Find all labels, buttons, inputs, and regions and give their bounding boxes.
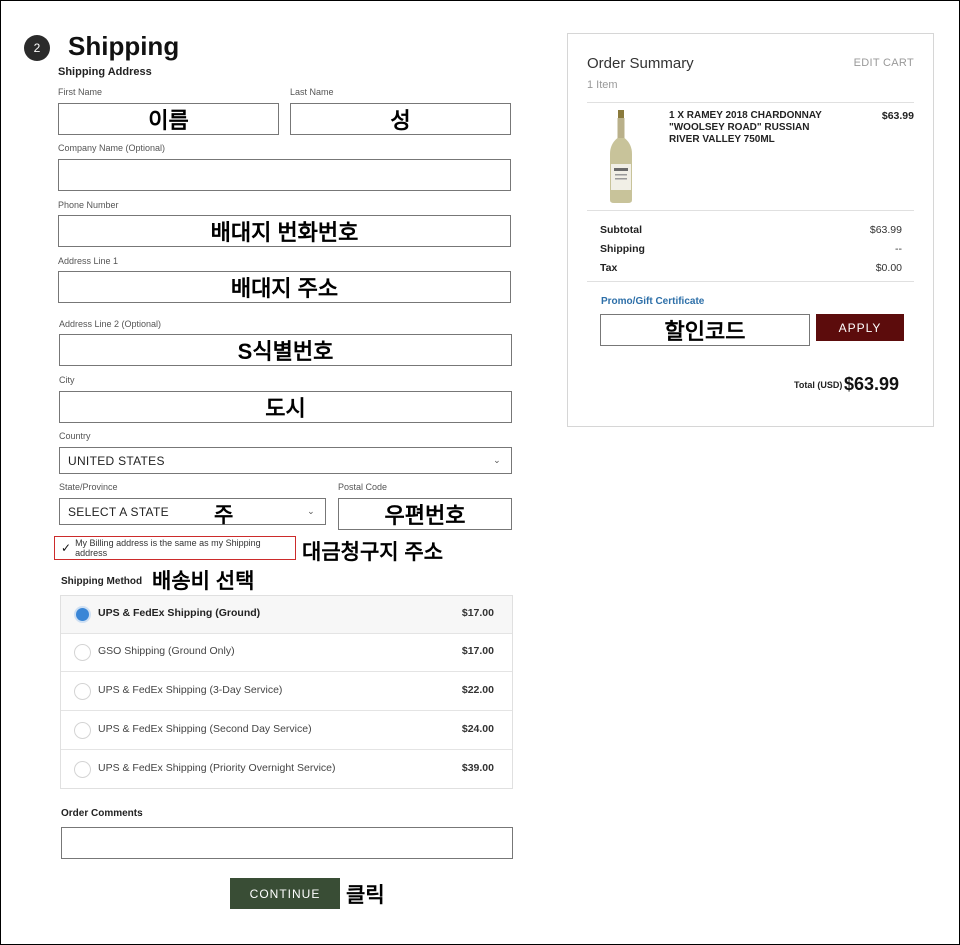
order-comments-label: Order Comments: [61, 808, 143, 819]
shipping-option-name: UPS & FedEx Shipping (Second Day Service…: [98, 723, 312, 735]
country-select[interactable]: UNITED STATES ⌄: [59, 447, 512, 474]
wine-bottle-icon: [610, 110, 632, 203]
step-number-badge: 2: [24, 35, 50, 61]
shipping-address-heading: Shipping Address: [58, 66, 152, 78]
billing-annotation: 대금청구지 주소: [302, 541, 444, 564]
subtotal-value: $63.99: [869, 224, 902, 236]
shipping-option-name: UPS & FedEx Shipping (3-Day Service): [98, 684, 283, 696]
address-line2-field[interactable]: S식별번호: [59, 334, 512, 366]
shipping-option-name: UPS & FedEx Shipping (Ground): [98, 607, 261, 619]
order-comments-field[interactable]: [61, 827, 513, 859]
product-name: 1 X RAMEY 2018 CHARDONNAY "WOOLSEY ROAD"…: [669, 110, 822, 145]
shipping-option[interactable]: GSO Shipping (Ground Only) $17.00: [61, 634, 512, 672]
company-label: Company Name (Optional): [58, 143, 166, 153]
phone-label: Phone Number: [58, 200, 119, 210]
phone-annotation: 배대지 번화번호: [210, 220, 359, 245]
postal-code-label: Postal Code: [338, 482, 388, 492]
shipping-option-price: $17.00: [461, 645, 494, 657]
shipping-option-price: $22.00: [461, 684, 494, 696]
first-name-field[interactable]: 이름: [58, 103, 279, 135]
divider: [587, 210, 914, 211]
city-label: City: [59, 375, 75, 385]
billing-same-checkbox[interactable]: ✓ My Billing address is the same as my S…: [54, 536, 296, 560]
continue-annotation: 클릭: [346, 884, 385, 907]
tax-value: $0.00: [875, 262, 902, 274]
shipping-option-price: $17.00: [461, 607, 494, 619]
first-name-label: First Name: [58, 87, 103, 97]
shipping-value: --: [895, 243, 902, 255]
radio-icon[interactable]: [74, 683, 91, 700]
shipping-option-price: $24.00: [461, 723, 494, 735]
address-line2-label: Address Line 2 (Optional): [59, 319, 162, 329]
radio-icon[interactable]: [74, 644, 91, 661]
tax-label: Tax: [600, 262, 618, 274]
state-label: State/Province: [59, 482, 118, 492]
order-summary-panel: Order Summary EDIT CART 1 Item 1 X RAMEY…: [567, 33, 934, 427]
radio-icon[interactable]: [74, 761, 91, 778]
page-title: Shipping: [68, 31, 180, 61]
shipping-option-name: GSO Shipping (Ground Only): [98, 645, 235, 657]
country-value: UNITED STATES: [68, 453, 165, 468]
billing-same-label: My Billing address is the same as my Shi…: [75, 538, 261, 558]
address-line1-label: Address Line 1: [58, 256, 119, 266]
company-field[interactable]: [58, 159, 511, 191]
state-select[interactable]: SELECT A STATE 주 ⌄: [59, 498, 326, 527]
total-label: Total (USD): [794, 380, 843, 390]
postal-code-annotation: 우편번호: [384, 503, 466, 528]
last-name-annotation: 성: [390, 108, 411, 133]
order-summary-title: Order Summary: [587, 55, 694, 72]
first-name-annotation: 이름: [148, 108, 189, 133]
checkmark-icon: ✓: [61, 541, 72, 555]
promo-label: Promo/Gift Certificate: [601, 296, 705, 307]
postal-code-field[interactable]: 우편번호: [338, 498, 512, 530]
divider: [587, 102, 914, 103]
phone-field[interactable]: 배대지 번화번호: [58, 215, 511, 247]
city-annotation: 도시: [265, 396, 306, 421]
shipping-option-name: UPS & FedEx Shipping (Priority Overnight…: [98, 762, 336, 774]
divider: [587, 281, 914, 282]
shipping-option[interactable]: UPS & FedEx Shipping (3-Day Service) $22…: [61, 673, 512, 711]
shipping-method-list: UPS & FedEx Shipping (Ground) $17.00 GSO…: [60, 595, 513, 789]
shipping-option[interactable]: UPS & FedEx Shipping (Priority Overnight…: [61, 751, 512, 789]
shipping-label: Shipping: [600, 243, 645, 255]
shipping-option[interactable]: UPS & FedEx Shipping (Second Day Service…: [61, 712, 512, 750]
country-label: Country: [59, 431, 91, 441]
shipping-method-heading: Shipping Method: [61, 576, 143, 587]
city-field[interactable]: 도시: [59, 391, 512, 423]
last-name-label: Last Name: [290, 87, 334, 97]
promo-code-field[interactable]: 할인코드: [600, 314, 810, 346]
state-annotation: 주: [214, 504, 234, 527]
apply-button[interactable]: APPLY: [816, 314, 904, 341]
continue-button[interactable]: CONTINUE: [230, 878, 340, 909]
last-name-field[interactable]: 성: [290, 103, 511, 135]
edit-cart-link[interactable]: EDIT CART: [854, 57, 914, 69]
product-price: $63.99: [881, 110, 914, 122]
state-value: SELECT A STATE: [68, 504, 169, 519]
radio-selected-icon[interactable]: [74, 606, 91, 623]
shipping-method-annotation: 배송비 선택: [152, 570, 255, 593]
item-count: 1 Item: [587, 79, 618, 91]
shipping-option[interactable]: UPS & FedEx Shipping (Ground) $17.00: [61, 596, 512, 634]
subtotal-label: Subtotal: [600, 224, 642, 236]
address-line1-annotation: 배대지 주소: [230, 276, 339, 301]
address-line2-annotation: S식별번호: [237, 339, 334, 364]
address-line1-field[interactable]: 배대지 주소: [58, 271, 511, 303]
promo-annotation: 할인코드: [664, 319, 746, 344]
total-value: $63.99: [844, 374, 900, 394]
shipping-option-price: $39.00: [461, 762, 494, 774]
chevron-down-icon: ⌄: [307, 506, 315, 516]
chevron-down-icon: ⌄: [493, 455, 501, 465]
radio-icon[interactable]: [74, 722, 91, 739]
